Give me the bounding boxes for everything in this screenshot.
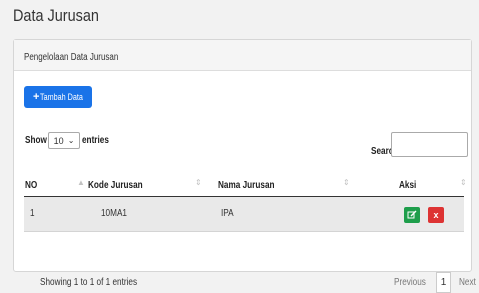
column-header-aksi[interactable]: Aksi (399, 180, 420, 191)
cell-kode: 10MA1 (101, 208, 133, 219)
entries-length-value: 10 (53, 135, 64, 146)
entries-length-select[interactable]: 10 ⌄ (47, 132, 80, 149)
page-title: Data Jurusan (13, 6, 99, 25)
edit-button[interactable] (404, 207, 420, 223)
column-header-nama-text: Nama Jurusan (218, 180, 275, 191)
sort-icon: ⇕ (343, 178, 350, 187)
column-header-kode-text: Kode Jurusan (88, 180, 143, 191)
panel-heading-text: Pengelolaan Data Jurusan (24, 52, 119, 63)
sort-icon: ⇕ (460, 178, 467, 187)
length-control: Show 10 ⌄ entries (25, 132, 114, 149)
chevron-down-icon: ⌄ (67, 136, 75, 145)
show-label: Show (25, 135, 47, 146)
column-header-aksi-text: Aksi (399, 180, 417, 191)
sort-asc-icon: ▲ (77, 178, 85, 187)
pagination-page-1[interactable]: 1 (436, 272, 451, 293)
column-header-kode[interactable]: Kode Jurusan (88, 180, 155, 191)
column-header-no[interactable]: NO (25, 180, 40, 191)
plus-icon: + (33, 91, 40, 103)
column-header-no-text: NO (25, 180, 38, 191)
cell-no: 1 (30, 208, 36, 219)
cell-nama-text: IPA (221, 208, 234, 219)
panel-heading: Pengelolaan Data Jurusan (14, 40, 471, 71)
sort-icon: ⇕ (195, 178, 202, 187)
cell-nama: IPA (221, 208, 236, 219)
column-header-nama[interactable]: Nama Jurusan (218, 180, 287, 191)
edit-icon (407, 210, 417, 219)
add-data-button[interactable]: + Tambah Data (24, 86, 92, 108)
add-data-label: Tambah Data (40, 92, 84, 102)
search-input[interactable] (391, 132, 468, 157)
cell-no-text: 1 (30, 208, 35, 219)
table-row (24, 197, 464, 232)
data-panel: Pengelolaan Data Jurusan + Tambah Data S… (13, 39, 476, 293)
entries-label: entries (81, 135, 109, 146)
cell-kode-text: 10MA1 (101, 208, 127, 219)
delete-icon: x (433, 210, 439, 220)
delete-button[interactable]: x (428, 207, 444, 223)
